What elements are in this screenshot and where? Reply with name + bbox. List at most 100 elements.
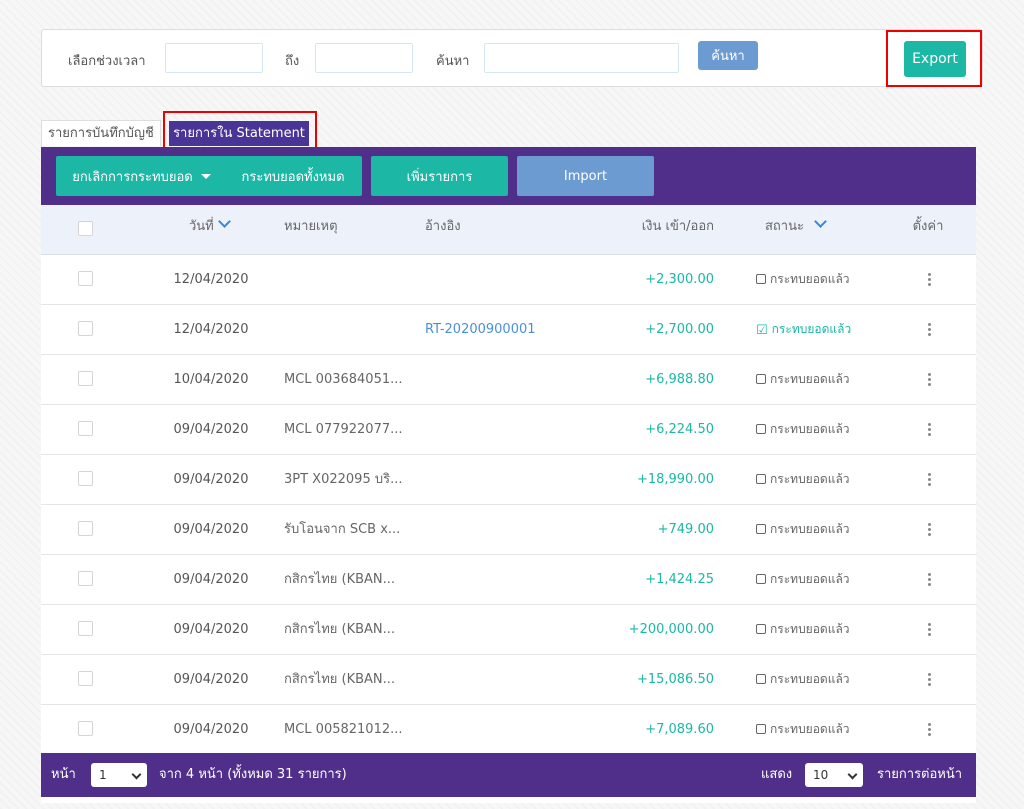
row-menu-button[interactable] — [919, 355, 939, 404]
row-checkbox[interactable] — [78, 721, 93, 736]
row-status[interactable]: กระทบยอดแล้ว — [756, 705, 886, 754]
chevron-down-icon — [847, 769, 858, 780]
row-ref-link[interactable] — [425, 455, 545, 504]
row-checkbox[interactable] — [78, 621, 93, 636]
table-row[interactable]: 09/04/2020 รับโอนจาก SCB x... +749.00 กระทบ… — [41, 505, 976, 555]
table-header: วันที่ หมายเหตุ อ้างอิง เงิน เข้า/ออก สถ… — [41, 205, 976, 255]
select-all-checkbox[interactable] — [78, 221, 93, 236]
row-status[interactable]: กระทบยอดแล้ว — [756, 405, 886, 454]
row-status[interactable]: กระทบยอดแล้ว — [756, 655, 886, 704]
ref-header: อ้างอิง — [425, 219, 461, 234]
table-row[interactable]: 09/04/2020 กสิกรไทย (KBAN... +200,000.00 กร… — [41, 605, 976, 655]
row-amount: +2,700.00 — [645, 322, 714, 337]
row-ref-link[interactable] — [425, 255, 545, 304]
row-date: 09/04/2020 — [173, 572, 249, 587]
row-checkbox[interactable] — [78, 371, 93, 386]
add-item-button[interactable]: เพิ่มรายการ — [371, 156, 508, 196]
empty-box-icon — [756, 674, 766, 684]
search-input[interactable] — [484, 43, 679, 73]
toolbar: ยกเลิกการกระทบยอด กระทบยอดทั้งหมด เพิ่มร… — [41, 147, 976, 205]
statement-tab-highlight: รายการใน Statement — [163, 111, 317, 152]
row-ref-link[interactable] — [425, 605, 545, 654]
table-row[interactable]: 12/04/2020 RT-20200900001 +2,700.00 ☑ กระทบย… — [41, 305, 976, 355]
row-menu-button[interactable] — [919, 555, 939, 604]
row-status[interactable]: กระทบยอดแล้ว — [756, 455, 886, 504]
row-checkbox[interactable] — [78, 421, 93, 436]
more-vertical-icon — [927, 621, 931, 638]
import-button[interactable]: Import — [517, 156, 654, 196]
unreconcile-dropdown-button[interactable]: ยกเลิกการกระทบยอด — [56, 156, 227, 196]
reconcile-all-button[interactable]: กระทบยอดทั้งหมด — [224, 156, 362, 196]
row-ref-link[interactable] — [425, 555, 545, 604]
row-date: 09/04/2020 — [173, 422, 249, 437]
tab-statement-entries[interactable]: รายการใน Statement — [169, 121, 309, 146]
export-button[interactable]: Export — [904, 41, 966, 77]
amount-header: เงิน เข้า/ออก — [641, 219, 714, 234]
row-menu-button[interactable] — [919, 605, 939, 654]
table-row[interactable]: 09/04/2020 MCL 077922077... +6,224.50 กระทบ… — [41, 405, 976, 455]
row-note: กสิกรไทย (KBAN... — [284, 572, 396, 587]
row-ref-link[interactable] — [425, 355, 545, 404]
table-row[interactable]: 09/04/2020 กสิกรไทย (KBAN... +15,086.50 กระ… — [41, 655, 976, 705]
row-ref-link[interactable] — [425, 505, 545, 554]
pagination-bar: หน้า 1 จาก 4 หน้า (ทั้งหมด 31 รายการ) แส… — [41, 753, 976, 797]
per-page-select[interactable]: 10 — [805, 763, 863, 787]
page-select[interactable]: 1 — [91, 763, 147, 787]
table-row[interactable]: 12/04/2020 +2,300.00 กระทบยอดแล้ว — [41, 255, 976, 305]
row-status-label: กระทบยอดแล้ว — [771, 322, 852, 336]
more-vertical-icon — [927, 271, 931, 288]
row-menu-button[interactable] — [919, 455, 939, 504]
page-select-value: 1 — [99, 768, 107, 782]
search-button[interactable]: ค้นหา — [698, 41, 758, 70]
row-ref-link[interactable] — [425, 405, 545, 454]
table-row[interactable]: 09/04/2020 3PT X022095 บริ... +18,990.00 กร… — [41, 455, 976, 505]
row-menu-button[interactable] — [919, 505, 939, 554]
row-status[interactable]: ☑ กระทบยอดแล้ว — [756, 305, 886, 354]
row-menu-button[interactable] — [919, 405, 939, 454]
row-menu-button[interactable] — [919, 255, 939, 304]
empty-box-icon — [756, 724, 766, 734]
table-row[interactable]: 10/04/2020 MCL 003684051... +6,988.80 กระทบ… — [41, 355, 976, 405]
row-ref-link[interactable] — [425, 655, 545, 704]
empty-box-icon — [756, 524, 766, 534]
export-highlight: Export — [886, 30, 982, 87]
row-status[interactable]: กระทบยอดแล้ว — [756, 555, 886, 604]
row-amount: +1,424.25 — [645, 572, 714, 587]
row-menu-button[interactable] — [919, 655, 939, 704]
per-page-value: 10 — [813, 768, 829, 782]
row-status[interactable]: กระทบยอดแล้ว — [756, 255, 886, 304]
row-checkbox[interactable] — [78, 321, 93, 336]
row-menu-button[interactable] — [919, 305, 939, 354]
row-checkbox[interactable] — [78, 521, 93, 536]
row-date: 09/04/2020 — [173, 522, 249, 537]
end-date-input[interactable] — [315, 43, 413, 73]
row-amount: +18,990.00 — [636, 472, 714, 487]
row-status-label: กระทบยอดแล้ว — [770, 372, 850, 386]
chevron-down-icon — [814, 215, 827, 228]
table-row[interactable]: 09/04/2020 กสิกรไทย (KBAN... +1,424.25 กระท… — [41, 555, 976, 605]
more-vertical-icon — [927, 421, 931, 438]
row-note — [284, 305, 409, 354]
row-note: MCL 003684051... — [284, 372, 403, 387]
row-checkbox[interactable] — [78, 471, 93, 486]
row-status-label: กระทบยอดแล้ว — [770, 722, 850, 736]
row-note: MCL 077922077... — [284, 422, 403, 437]
more-vertical-icon — [927, 471, 931, 488]
row-checkbox[interactable] — [78, 271, 93, 286]
tab-ledger-entries[interactable]: รายการบันทึกบัญชี — [41, 120, 161, 146]
row-status-label: กระทบยอดแล้ว — [770, 272, 850, 286]
row-checkbox[interactable] — [78, 671, 93, 686]
row-status[interactable]: กระทบยอดแล้ว — [756, 355, 886, 404]
row-ref-link[interactable] — [425, 705, 545, 754]
table-row[interactable]: 09/04/2020 MCL 005821012... +7,089.60 กระทบ… — [41, 705, 976, 755]
row-menu-button[interactable] — [919, 705, 939, 754]
start-date-input[interactable] — [165, 43, 263, 73]
row-status[interactable]: กระทบยอดแล้ว — [756, 505, 886, 554]
row-date: 12/04/2020 — [173, 272, 249, 287]
row-checkbox[interactable] — [78, 571, 93, 586]
row-ref-link[interactable]: RT-20200900001 — [425, 305, 545, 354]
chevron-down-icon — [217, 215, 231, 228]
row-status[interactable]: กระทบยอดแล้ว — [756, 605, 886, 654]
status-header[interactable]: สถานะ — [765, 205, 827, 254]
date-header[interactable]: วันที่ — [189, 205, 231, 254]
